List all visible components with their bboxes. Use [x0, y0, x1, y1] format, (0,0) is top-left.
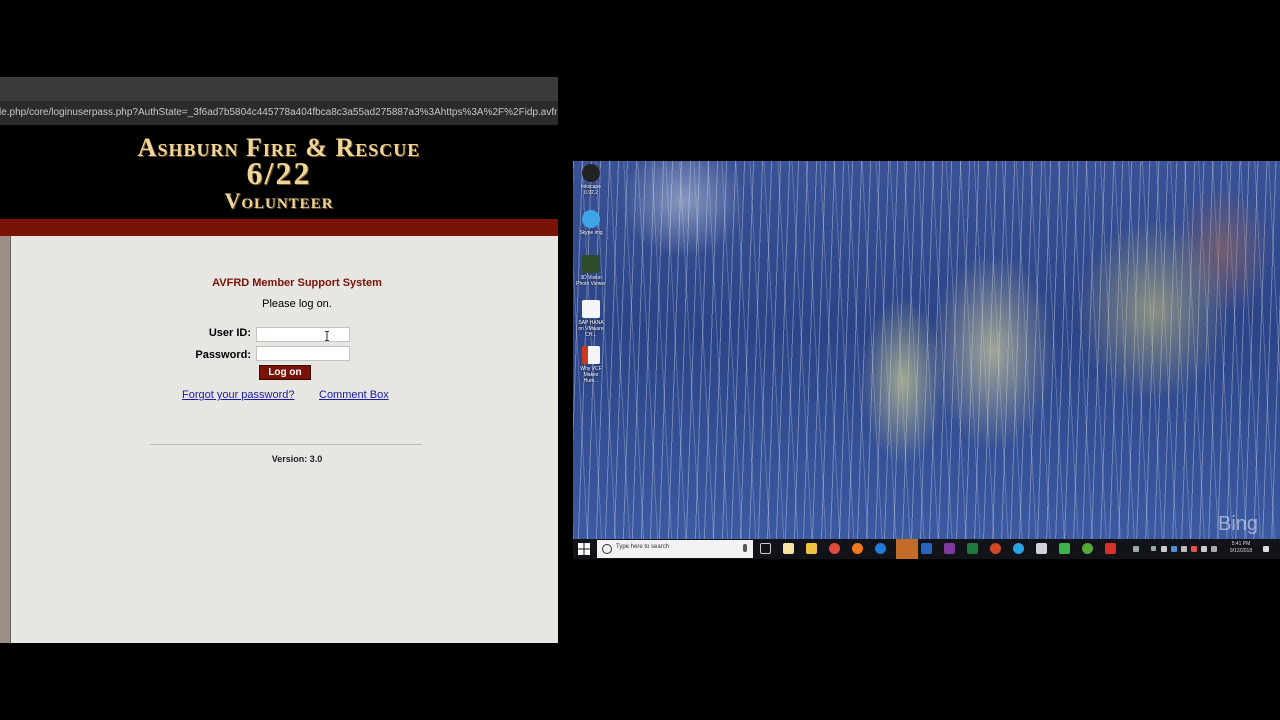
logon-message: Please log on.	[262, 298, 332, 310]
snagit-icon[interactable]	[1082, 543, 1093, 554]
comment-box-link[interactable]: Comment Box	[319, 389, 389, 401]
notepad-icon[interactable]	[783, 543, 794, 554]
login-panel: AVFRD Member Support System Please log o…	[11, 236, 558, 643]
recorder-icon[interactable]	[1105, 543, 1116, 554]
task-view-icon[interactable]	[760, 543, 771, 554]
skype-icon[interactable]	[1013, 543, 1024, 554]
security-icon[interactable]	[1191, 546, 1197, 552]
onedrive-icon[interactable]	[1161, 546, 1167, 552]
banner-divider-bar	[0, 219, 558, 236]
taskbar-clock[interactable]: 5:41 PM 9/12/2018	[1228, 541, 1254, 555]
powerpoint-icon	[582, 346, 600, 364]
banner-title-line2: 6/22	[246, 155, 312, 191]
site-banner: Ashburn Fire & Rescue 6/22 Volunteer	[0, 125, 558, 219]
powerpoint-taskbar-icon[interactable]	[990, 543, 1001, 554]
word-icon[interactable]	[921, 543, 932, 554]
windows-start-icon[interactable]	[578, 543, 590, 555]
cortana-icon	[602, 544, 612, 554]
page-left-rail	[0, 236, 11, 643]
desktop-icon-inkscape[interactable]: Inkscape 0.92.2	[576, 164, 606, 196]
browser-window: le.php/core/loginuserpass.php?AuthState=…	[0, 77, 558, 643]
dropbox-icon[interactable]	[1171, 546, 1177, 552]
desktop-icon-label: Inkscape 0.92.2	[580, 184, 601, 196]
chrome-icon[interactable]	[829, 543, 840, 554]
search-placeholder: Type here to search	[616, 544, 670, 550]
edge-icon[interactable]	[875, 543, 886, 554]
system-title: AVFRD Member Support System	[212, 277, 382, 289]
address-bar[interactable]: le.php/core/loginuserpass.php?AuthState=…	[0, 101, 558, 125]
pen-icon[interactable]	[1133, 546, 1139, 552]
keyboard-icon[interactable]	[1211, 546, 1217, 552]
taskbar: Type here to search 5:41 PM 9/12/2018	[573, 539, 1280, 559]
footer-divider	[150, 444, 422, 445]
image-file-icon	[582, 210, 600, 228]
browser-title-bar[interactable]	[0, 77, 558, 101]
forgot-password-link[interactable]: Forgot your password?	[182, 389, 295, 401]
desktop-wallpaper	[573, 161, 1280, 539]
desktop-screen: Inkscape 0.92.2 Skype.img 3D Vision Phot…	[573, 161, 1280, 559]
banner-title-line3: Volunteer	[224, 188, 334, 213]
desktop-icon-why-vcf[interactable]: Why VCF Makes Hum...	[576, 346, 606, 384]
remote-desktop-icon[interactable]	[1036, 543, 1047, 554]
desktop-icon-skype-img[interactable]: Skype.img	[576, 210, 606, 236]
inkscape-icon	[582, 164, 600, 182]
desktop-icon-label: SAP HANA on VMware CH...	[578, 320, 604, 338]
notifications-icon[interactable]	[1263, 546, 1269, 552]
clock-time: 5:41 PM	[1231, 541, 1251, 547]
volume-icon[interactable]	[1201, 546, 1207, 552]
microphone-icon[interactable]	[743, 544, 747, 552]
desktop-icon-3d-vision[interactable]: 3D Vision Photo Viewer	[576, 255, 606, 287]
desktop-icon-label: Why VCF Makes Hum...	[580, 366, 602, 384]
network-icon[interactable]	[1181, 546, 1187, 552]
excel-icon[interactable]	[967, 543, 978, 554]
password-input[interactable]	[256, 346, 350, 361]
bing-watermark: Bing	[1217, 513, 1258, 535]
logon-button[interactable]: Log on	[259, 365, 311, 380]
camtasia-icon[interactable]	[1059, 543, 1070, 554]
file-explorer-icon[interactable]	[806, 543, 817, 554]
taskbar-search-box[interactable]: Type here to search	[597, 540, 753, 558]
desktop-icon-label: Skype.img	[579, 230, 603, 236]
onenote-icon[interactable]	[944, 543, 955, 554]
userid-input[interactable]	[256, 327, 350, 342]
document-icon	[582, 300, 600, 318]
userid-label: User ID:	[208, 327, 251, 339]
version-text: Version: 3.0	[271, 454, 323, 464]
firefox-icon[interactable]	[852, 543, 863, 554]
3d-vision-icon	[582, 255, 600, 273]
address-url[interactable]: le.php/core/loginuserpass.php?AuthState=…	[0, 101, 558, 125]
password-label: Password:	[195, 349, 251, 361]
text-cursor-icon	[325, 331, 329, 341]
desktop-icon-label: 3D Vision Photo Viewer	[576, 275, 606, 287]
clock-date: 9/12/2018	[1229, 548, 1253, 554]
outlook-active-icon[interactable]	[896, 539, 918, 559]
desktop-icon-sap-hana[interactable]: SAP HANA on VMware CH...	[576, 300, 606, 338]
chevron-up-icon[interactable]	[1151, 546, 1156, 551]
